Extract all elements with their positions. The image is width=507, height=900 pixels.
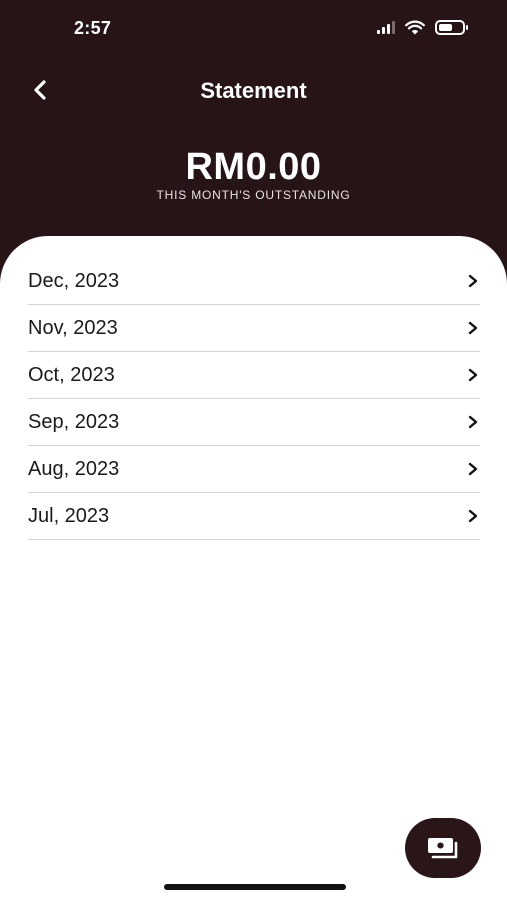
outstanding-caption: THIS MONTH'S OUTSTANDING: [156, 188, 351, 202]
status-icons: [377, 20, 468, 35]
cash-icon: [428, 838, 458, 859]
chevron-right-icon: [466, 321, 480, 335]
statement-label: Aug, 2023: [28, 457, 120, 480]
statement-item-aug-2023[interactable]: Aug, 2023: [28, 446, 480, 493]
statement-sheet: Dec, 2023 Nov, 2023 Oct, 2023 Sep, 2023 …: [0, 236, 507, 900]
cash-fab-button[interactable]: [405, 818, 481, 878]
page-title: Statement: [200, 78, 307, 103]
statement-item-jul-2023[interactable]: Jul, 2023: [28, 493, 480, 540]
chevron-right-icon: [466, 415, 480, 429]
chevron-right-icon: [466, 509, 480, 523]
statement-list: Dec, 2023 Nov, 2023 Oct, 2023 Sep, 2023 …: [28, 258, 480, 540]
statement-label: Oct, 2023: [28, 363, 115, 386]
signal-icon: [377, 21, 395, 34]
status-time: 2:57: [74, 18, 112, 38]
status-bar: 2:57: [0, 0, 507, 56]
chevron-right-icon: [466, 274, 480, 288]
battery-icon: [435, 20, 468, 35]
statement-item-dec-2023[interactable]: Dec, 2023: [28, 258, 480, 305]
statement-label: Jul, 2023: [28, 504, 110, 527]
chevron-right-icon: [466, 462, 480, 476]
statement-label: Dec, 2023: [28, 269, 120, 292]
statement-item-nov-2023[interactable]: Nov, 2023: [28, 305, 480, 352]
outstanding-amount: RM0.00: [185, 146, 322, 188]
statement-label: Sep, 2023: [28, 410, 120, 433]
wifi-icon: [405, 20, 425, 35]
chevron-right-icon: [466, 368, 480, 382]
statement-label: Nov, 2023: [28, 316, 118, 339]
statement-item-oct-2023[interactable]: Oct, 2023: [28, 352, 480, 399]
statement-item-sep-2023[interactable]: Sep, 2023: [28, 399, 480, 446]
home-indicator[interactable]: [164, 884, 346, 890]
